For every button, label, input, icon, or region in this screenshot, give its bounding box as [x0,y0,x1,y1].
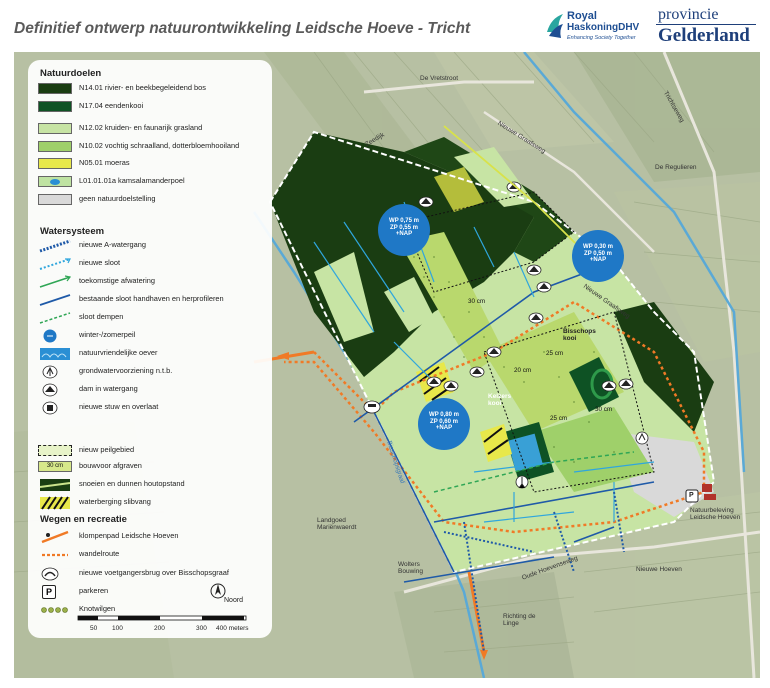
legend-item-nieuwe-sloot: nieuwe sloot [36,257,272,271]
label-nieuwe-hoeven: Nieuwe Hoeven [636,566,682,573]
pump-icon [42,365,58,379]
legend-item-n05: N05.01 moeras [36,157,272,171]
stuw-icon [42,401,58,415]
label-landgoed: Landgoed Mariënwaerdt [317,517,357,531]
swatch-n10 [38,141,72,152]
legend-item-snoeien: snoeien en dunnen houtopstand [36,478,272,492]
legend-heading-natuurdoelen: Natuurdoelen [40,68,102,79]
brug-icon [41,567,59,581]
label-bisschops-kooi: Bisschops kooi [563,328,596,342]
legend-item-stuw: nieuwe stuw en overlaat [36,401,272,415]
legend-item-oever: natuurvriendelijke oever [36,347,272,361]
legend-item-wandelroute: wandelroute [36,548,272,562]
snoeien-icon [39,479,71,491]
legend-item-afwatering: toekomstige afwatering [36,275,272,289]
a-watergang-icon [39,239,71,253]
legend-panel: Natuurdoelen N14.01 rivier- en beekbegel… [28,60,272,638]
label-regulieren: De Regulieren [655,164,697,171]
wandelroute-icon [42,553,68,557]
swatch-n05 [38,158,72,169]
swatch-l01 [38,176,72,187]
map-title: Definitief ontwerp natuurontwikkeling Le… [14,20,471,37]
natuurbeleving-building [702,484,712,492]
oever-icon [40,348,70,360]
afwatering-arrow-icon [39,275,72,288]
swatch-n12 [38,123,72,134]
nieuwe-sloot-icon [39,258,71,270]
legend-item-bestaande-sloot: bestaande sloot handhaven en herprofiler… [36,293,272,307]
swatch-n14 [38,83,72,94]
slibvang-icon [40,496,70,510]
legend-item-n12: N12.02 kruiden- en faunarijk grasland [36,122,272,136]
legend-item-brug: nieuwe voetgangersbrug over Bisschopsgra… [36,567,272,581]
legend-item-n10: N10.02 vochtig schraalland, dotterbloemh… [36,140,272,154]
royal-haskoning-logo: Royal HaskoningDHV Enhancing Society Tog… [545,8,645,46]
wp-zp-icon [43,329,57,343]
depth-label-2: 25 cm [546,350,564,357]
legend-item-n17: N17.04 eendenkooi [36,100,272,114]
header: Definitief ontwerp natuurontwikkeling Le… [0,0,770,52]
pg-line1: provincie [658,6,719,23]
scale-tick-100: 100 [112,625,123,632]
legend-item-sloot-dempen: sloot dempen [36,311,272,325]
label-vretstroot: De Vretstroot [420,75,459,82]
pg-line2: Gelderland [658,25,750,46]
scale-tick-400: 400 meters [216,625,249,632]
legend-item-geen: geen natuurdoelstelling [36,193,272,207]
scale-tick-50: 50 [90,625,98,632]
swatch-geen [38,194,72,205]
label-wolters: Wolters Bouwing [398,561,423,575]
north-arrow: Noord [210,583,260,609]
label-natuurbeleving: Natuurbeleving Leidsche Hoeven [690,507,741,521]
peilgebied-icon [38,445,72,456]
scale-tick-300: 300 [196,625,207,632]
scale-bar: 50 100 200 300 400 meters [50,614,250,634]
parking-label: P [689,492,694,499]
afgraven-icon: 30 cm [38,461,72,472]
legend-item-afgraven: 30 cm bouwvoor afgraven [36,460,272,474]
depth-label-4: 25 cm [550,415,568,422]
rh-name-line1: Royal [567,10,597,22]
legend-item-a-watergang: nieuwe A-watergang [36,239,272,253]
klompenpad-icon [41,530,69,544]
north-label: Noord [224,597,244,604]
legend-item-grondwater: grondwatervoorziening n.t.b. [36,365,272,379]
label-richting-linge: Richting de Linge [503,613,536,627]
peil-marker-2: WP 0,30 m ZP 0,50 m +NAP [572,230,624,282]
rh-bird-icon [547,14,563,38]
legend-item-slibvang: waterberging slibvang [36,496,272,510]
depth-label-1: 30 cm [468,298,486,305]
provincie-gelderland-logo: provincie Gelderland [652,6,758,48]
scale-bar-graphic [77,615,247,621]
legend-item-klompenpad: klompenpad Leidsche Hoeven [36,530,272,544]
bestaande-sloot-icon [39,294,71,306]
legend-item-dam: dam in watergang [36,383,272,397]
rh-name-line2: HaskoningDHV [567,22,640,33]
legend-item-peilgebied: nieuw peilgebied [36,444,272,458]
legend-item-n14: N14.01 rivier- en beekbegeleidend bos [36,82,272,96]
parking-icon: P [42,585,56,599]
sloot-dempen-icon [39,312,71,324]
peil-marker-1: WP 0,75 m ZP 0,55 m +NAP [378,204,430,256]
dam-icon [42,383,58,397]
swatch-n17 [38,101,72,112]
depth-label-3: 20 cm [514,367,532,374]
legend-heading-watersysteem: Watersysteem [40,226,105,237]
peil-marker-3: WP 0,80 m ZP 0,60 m +NAP [418,398,470,450]
scale-tick-200: 200 [154,625,165,632]
depth-label-5: 30 cm [595,406,613,413]
legend-heading-wegen: Wegen en recreatie [40,514,127,525]
pond-icon [50,179,60,185]
label-kelzers-kooi: Kelzers kooi [488,393,512,407]
legend-item-l01: L01.01.01a kamsalamanderpoel [36,175,272,189]
legend-item-winterpeil: winter-/zomerpeil [36,329,272,343]
rh-tagline: Enhancing Society Together [567,35,636,41]
